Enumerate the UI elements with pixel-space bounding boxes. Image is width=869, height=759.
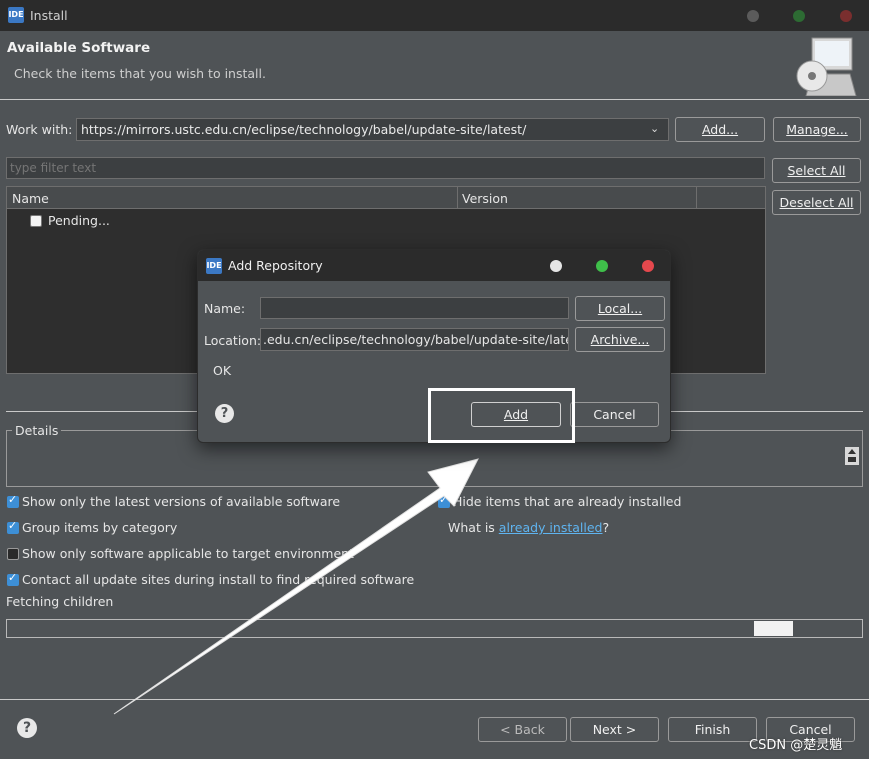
name-label: Name: (204, 301, 246, 316)
dialog-cancel-button[interactable]: Cancel (570, 402, 659, 427)
location-label: Location: (204, 333, 262, 348)
dialog-status-text: OK (213, 363, 232, 378)
location-value: .edu.cn/eclipse/technology/babel/update-… (263, 332, 569, 347)
ide-logo-icon: IDE (206, 258, 222, 274)
location-input[interactable]: .edu.cn/eclipse/technology/babel/update-… (260, 328, 569, 351)
dialog-maximize-button[interactable] (596, 260, 608, 272)
dialog-titlebar: IDE Add Repository (198, 250, 670, 281)
dialog-help-icon[interactable]: ? (215, 404, 234, 423)
dialog-close-button[interactable] (642, 260, 654, 272)
highlight-box (428, 388, 575, 443)
local-button[interactable]: Local... (575, 296, 665, 321)
dialog-title: Add Repository (228, 258, 323, 273)
archive-button[interactable]: Archive... (575, 327, 665, 352)
name-input[interactable] (260, 297, 569, 319)
dialog-minimize-button[interactable] (550, 260, 562, 272)
